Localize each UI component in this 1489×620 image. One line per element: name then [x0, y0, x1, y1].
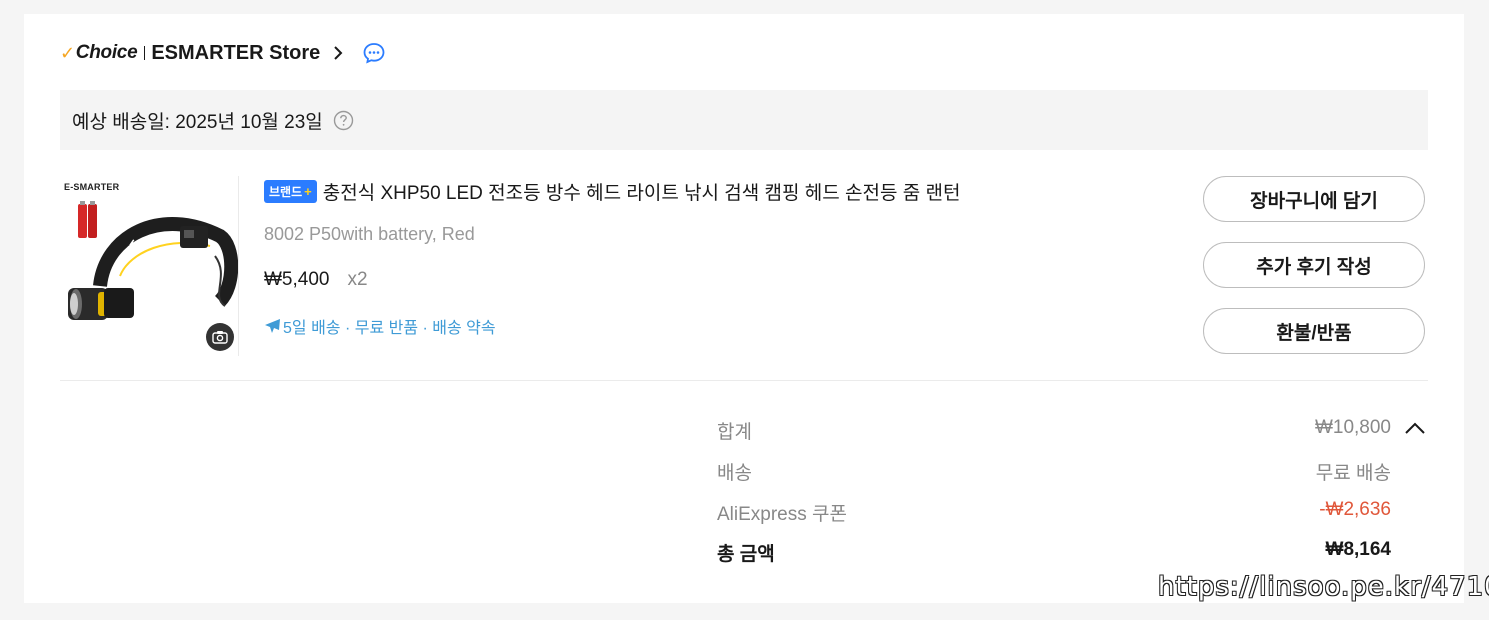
order-card: ✓ Choice ESMARTER Store 예상 배송일: 2025년 10…	[24, 14, 1464, 603]
product-title-link[interactable]: 충전식 XHP50 LED 전조등 방수 헤드 라이트 낚시 검색 캠핑 헤드 …	[323, 178, 961, 205]
delivery-estimate-bar: 예상 배송일: 2025년 10월 23일	[60, 90, 1428, 150]
total-value: ₩8,164	[1325, 539, 1391, 560]
divider	[60, 380, 1428, 381]
shipping-label: 배송	[717, 463, 752, 484]
help-icon[interactable]	[333, 110, 354, 131]
chevron-up-icon[interactable]	[1404, 421, 1426, 435]
shipping-row: 배송 무료 배송	[717, 458, 1391, 485]
product-variant: 8002 P50with battery, Red	[264, 224, 475, 244]
subtotal-row: 합계 ₩10,800	[717, 417, 1391, 444]
coupon-value: -₩2,636	[1319, 499, 1391, 520]
store-name-link[interactable]: ESMARTER Store	[151, 42, 320, 65]
airplane-icon	[265, 318, 280, 333]
refund-return-button[interactable]: 환불/반품	[1203, 308, 1425, 354]
chat-icon[interactable]	[362, 41, 386, 65]
total-label: 총 금액	[717, 544, 775, 565]
plus-icon: +	[304, 184, 312, 199]
chevron-right-icon[interactable]	[332, 45, 344, 61]
brand-badge-label: 브랜드	[269, 185, 303, 199]
delivery-estimate-text: 예상 배송일: 2025년 10월 23일	[72, 111, 323, 133]
brand-plus-badge: 브랜드 +	[264, 180, 317, 203]
shipping-value: 무료 배송	[1315, 463, 1391, 484]
separator	[144, 46, 146, 60]
coupon-row: AliExpress 쿠폰 -₩2,636	[717, 499, 1391, 526]
camera-button[interactable]	[206, 323, 234, 351]
choice-label: Choice	[75, 42, 138, 63]
coupon-label: AliExpress 쿠폰	[717, 504, 847, 525]
add-to-cart-button[interactable]: 장바구니에 담기	[1203, 176, 1425, 222]
subtotal-label: 합계	[717, 422, 752, 443]
shipping-promise-text: 5일 배송 · 무료 반품 · 배송 약속	[283, 320, 496, 337]
write-review-button[interactable]: 추가 후기 작성	[1203, 242, 1425, 288]
price-row: ₩5,400 x2	[264, 269, 368, 291]
watermark: https://linsoo.pe.kr/47100/	[1158, 572, 1489, 602]
choice-badge: ✓ Choice	[60, 42, 138, 64]
store-header: ✓ Choice ESMARTER Store	[60, 40, 386, 66]
quantity: x2	[347, 269, 368, 290]
product-title-row: 브랜드 + 충전식 XHP50 LED 전조등 방수 헤드 라이트 낚시 검색 …	[264, 178, 960, 205]
total-row: 총 금액 ₩8,164	[717, 539, 1391, 566]
camera-icon	[212, 331, 228, 344]
check-icon: ✓	[60, 42, 75, 63]
product-image[interactable]: E-SMARTER LIGHT	[60, 176, 239, 356]
shipping-promise[interactable]: 5일 배송 · 무료 반품 · 배송 약속	[264, 314, 496, 338]
subtotal-value: ₩10,800	[1314, 417, 1391, 438]
unit-price: ₩5,400	[264, 269, 330, 290]
